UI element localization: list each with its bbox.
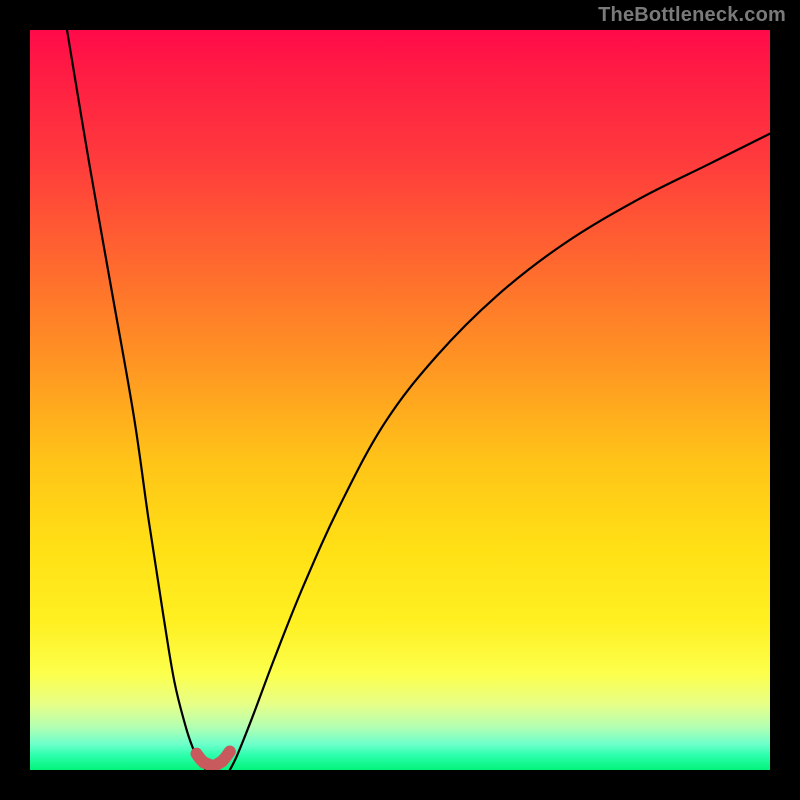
chart-frame: TheBottleneck.com: [0, 0, 800, 800]
plot-area: [30, 30, 770, 770]
watermark-text: TheBottleneck.com: [598, 4, 786, 27]
gradient-background: [30, 30, 770, 770]
